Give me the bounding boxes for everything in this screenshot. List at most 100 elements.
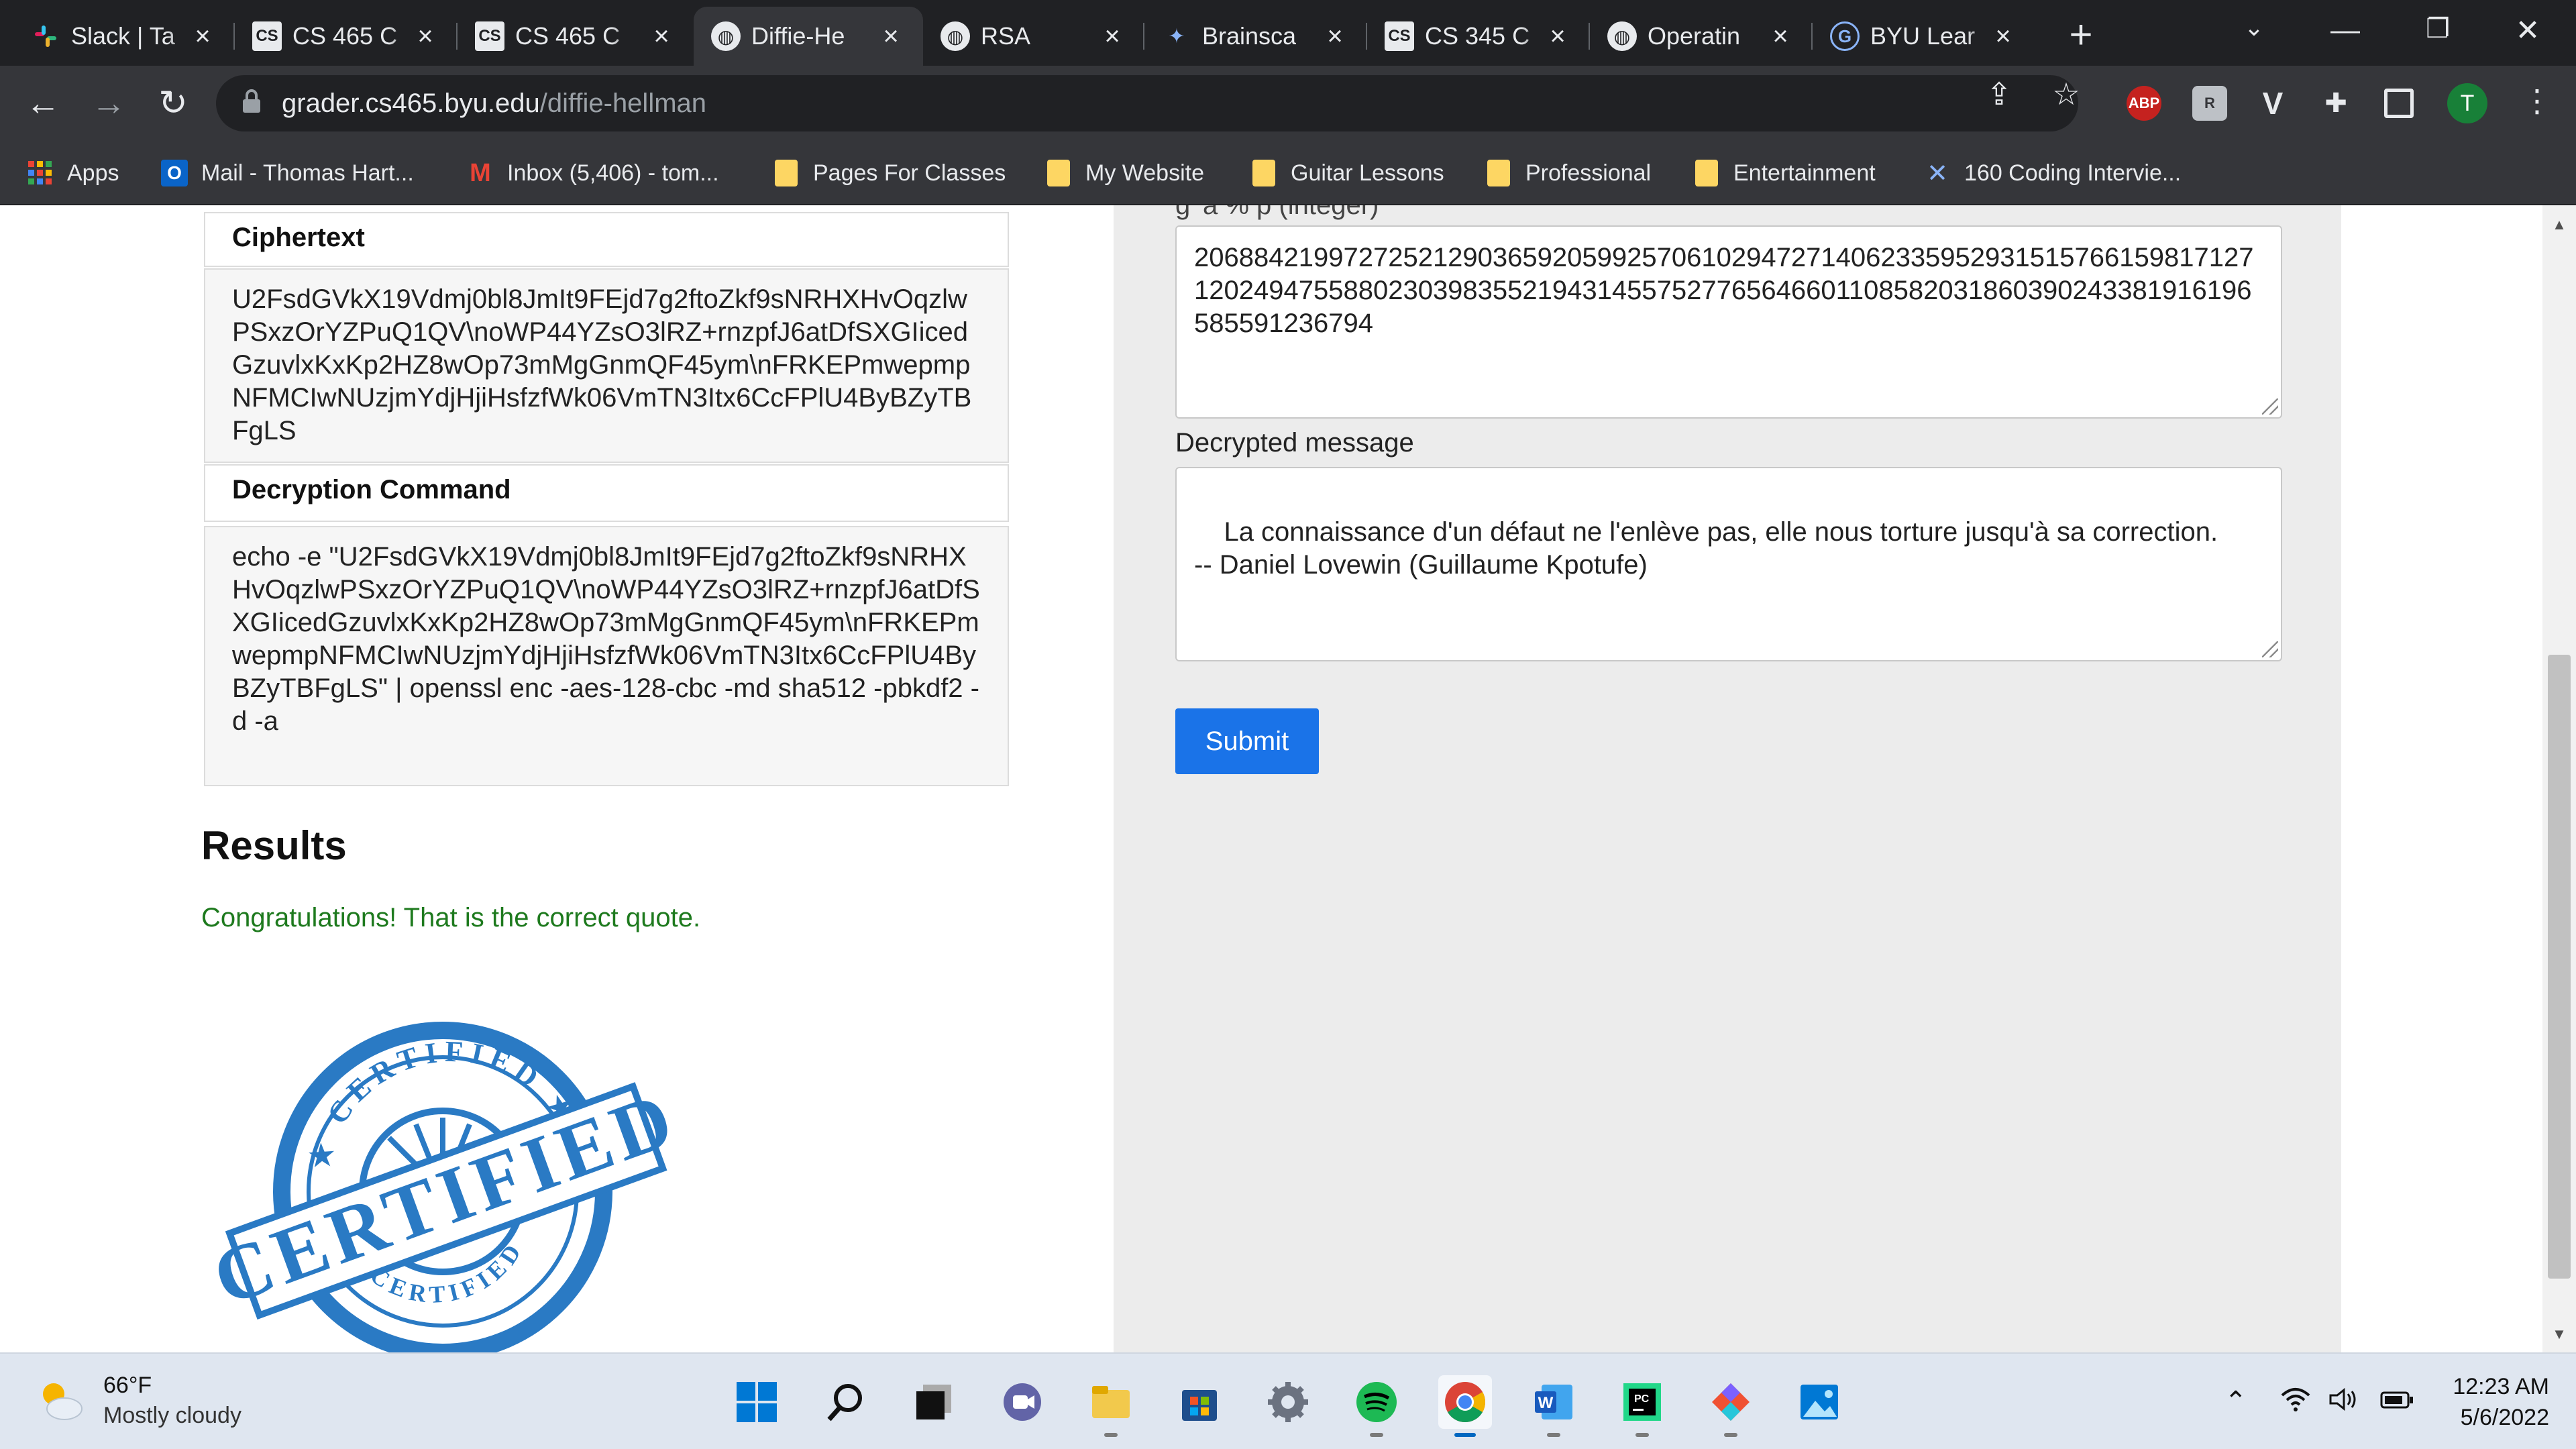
close-icon[interactable]: ×	[1766, 21, 1795, 51]
bookmark-guitar-lessons[interactable]: Guitar Lessons	[1250, 153, 1444, 193]
battery-icon[interactable]	[2380, 1386, 2415, 1419]
tab-diffie-hellman[interactable]: ◍ Diffie-He ×	[694, 7, 923, 66]
bookmark-apps[interactable]: Apps	[27, 153, 119, 193]
windows-taskbar: 66°F Mostly cloudy W PC ⌃ 12:23 AM 5/6/2…	[0, 1352, 2576, 1449]
address-bar[interactable]: grader.cs465.byu.edu/diffie-hellman	[216, 75, 2078, 131]
resize-grip-icon[interactable]	[2262, 398, 2278, 415]
wifi-icon[interactable]	[2279, 1386, 2312, 1419]
tab-cs345[interactable]: CS CS 345 C ×	[1367, 7, 1590, 66]
teams-chat-button[interactable]	[996, 1375, 1049, 1429]
volume-icon[interactable]	[2328, 1386, 2360, 1419]
integer-input[interactable]: 2068842199727252129036592059925706102947…	[1175, 225, 2282, 419]
scrollbar-thumb[interactable]	[2548, 655, 2571, 1279]
browser-toolbar: ← → ↻ grader.cs465.byu.edu/diffie-hellma…	[0, 66, 2576, 141]
settings-button[interactable]	[1261, 1375, 1315, 1429]
close-icon[interactable]: ×	[1320, 21, 1350, 51]
tab-cs465-b[interactable]: CS CS 465 C ×	[458, 7, 694, 66]
bookmark-outlook-mail[interactable]: O Mail - Thomas Hart...	[161, 153, 414, 193]
photos-icon	[1801, 1385, 1838, 1419]
byu-learning-icon: G	[1830, 21, 1860, 51]
close-icon[interactable]: ×	[1988, 21, 2018, 51]
tab-byu-learning[interactable]: G BYU Lear ×	[1813, 7, 2035, 66]
brainscape-icon: ✦	[1168, 25, 1185, 48]
page-scrollbar[interactable]: ▲ ▼	[2542, 205, 2576, 1352]
close-icon[interactable]: ×	[1543, 21, 1572, 51]
window-close-icon[interactable]: ✕	[2501, 13, 2555, 48]
bookmark-professional[interactable]: Professional	[1485, 153, 1651, 193]
restore-icon[interactable]: ❐	[2411, 13, 2465, 44]
bookmark-pages-for-classes[interactable]: Pages For Classes	[773, 153, 1006, 193]
chrome-button[interactable]	[1438, 1375, 1492, 1437]
side-panel-icon[interactable]	[2384, 89, 2414, 118]
forward-icon[interactable]: →	[86, 80, 131, 126]
profile-avatar[interactable]: T	[2447, 83, 2487, 123]
search-taskbar-button[interactable]	[818, 1375, 872, 1429]
store-icon	[1182, 1390, 1217, 1421]
git-client-button[interactable]	[1704, 1375, 1758, 1437]
photos-button[interactable]	[1792, 1375, 1846, 1429]
submit-button[interactable]: Submit	[1175, 708, 1319, 774]
bookmark-my-website[interactable]: My Website	[1045, 153, 1204, 193]
svg-text:PC: PC	[1634, 1393, 1650, 1405]
close-icon[interactable]: ×	[1097, 21, 1127, 51]
scroll-down-icon[interactable]: ▼	[2552, 1326, 2567, 1343]
pycharm-button[interactable]: PC	[1615, 1375, 1669, 1437]
vimium-extension-icon[interactable]: V	[2255, 86, 2290, 121]
minimize-icon[interactable]: —	[2318, 13, 2372, 47]
spotify-button[interactable]	[1350, 1375, 1403, 1437]
tab-title: RSA	[981, 22, 1031, 50]
page-viewport: Ciphertext U2FsdGVkX19Vdmj0bl8JmIt9FEjd7…	[0, 205, 2542, 1352]
back-icon[interactable]: ←	[20, 80, 66, 126]
chrome-menu-icon[interactable]: ⋮	[2517, 80, 2557, 121]
url-text: grader.cs465.byu.edu/diffie-hellman	[282, 88, 707, 118]
extensions-puzzle-icon[interactable]: ✚	[2318, 86, 2353, 121]
bookmark-entertainment[interactable]: Entertainment	[1693, 153, 1876, 193]
new-tab-button[interactable]: +	[2059, 15, 2102, 58]
resize-grip-icon[interactable]	[2262, 641, 2278, 657]
bookmark-gmail-inbox[interactable]: M Inbox (5,406) - tom...	[467, 153, 718, 193]
tab-search-icon[interactable]: ⌄	[2227, 13, 2281, 42]
cs-icon: CS	[475, 21, 504, 51]
tab-title: Operatin	[1648, 22, 1741, 50]
close-icon[interactable]: ×	[647, 21, 676, 51]
reload-icon[interactable]: ↻	[150, 80, 196, 126]
start-button[interactable]	[730, 1375, 784, 1429]
certified-stamp-image: ★ CERTIFIED ★ CERTIFIED CERTIFIED	[202, 990, 688, 1352]
partly-cloudy-icon	[34, 1374, 87, 1428]
folder-icon	[1092, 1386, 1130, 1418]
tab-operating[interactable]: ◍ Operatin ×	[1590, 7, 1813, 66]
teams-chat-icon	[1004, 1383, 1041, 1421]
gmail-icon: M	[470, 158, 491, 187]
outlook-icon: O	[161, 160, 188, 186]
weather-condition: Mostly cloudy	[103, 1403, 241, 1428]
close-icon[interactable]: ×	[411, 21, 440, 51]
tab-title: BYU Lear	[1870, 22, 1976, 50]
show-hidden-icons[interactable]: ⌃	[2224, 1386, 2247, 1417]
globe-icon: ◍	[941, 21, 970, 51]
scroll-up-icon[interactable]: ▲	[2552, 216, 2567, 233]
decrypted-message-input[interactable]: La connaissance d'un défaut ne l'enlève …	[1175, 467, 2282, 661]
tab-slack[interactable]: Slack | Ta ×	[13, 7, 235, 66]
clock-time: 12:23 AM	[2453, 1374, 2549, 1399]
task-view-icon	[916, 1385, 951, 1419]
store-button[interactable]	[1173, 1375, 1226, 1429]
bookmark-star-icon[interactable]: ☆	[2046, 74, 2086, 114]
tab-rsa[interactable]: ◍ RSA ×	[923, 7, 1144, 66]
word-button[interactable]: W	[1527, 1375, 1580, 1437]
system-clock[interactable]: 12:23 AM 5/6/2022	[2442, 1371, 2549, 1433]
chrome-icon	[1445, 1382, 1486, 1423]
word-icon: W	[1535, 1385, 1572, 1419]
file-explorer-button[interactable]	[1084, 1375, 1138, 1437]
adblock-extension-icon[interactable]: ABP	[2127, 86, 2161, 121]
close-icon[interactable]: ×	[876, 21, 906, 51]
tab-cs465-a[interactable]: CS CS 465 C ×	[235, 7, 458, 66]
extension-r-icon[interactable]: R	[2192, 86, 2227, 121]
tab-brainscape[interactable]: ✦ Brainsca ×	[1144, 7, 1367, 66]
close-icon[interactable]: ×	[188, 21, 217, 51]
task-view-button[interactable]	[907, 1375, 961, 1429]
bookmark-coding-interview[interactable]: ✕ 160 Coding Intervie...	[1924, 153, 2181, 193]
globe-icon: ◍	[711, 21, 741, 51]
weather-widget[interactable]: 66°F Mostly cloudy	[34, 1373, 241, 1429]
share-icon[interactable]: ⇪	[1979, 74, 2019, 114]
pycharm-icon: PC	[1623, 1383, 1661, 1421]
